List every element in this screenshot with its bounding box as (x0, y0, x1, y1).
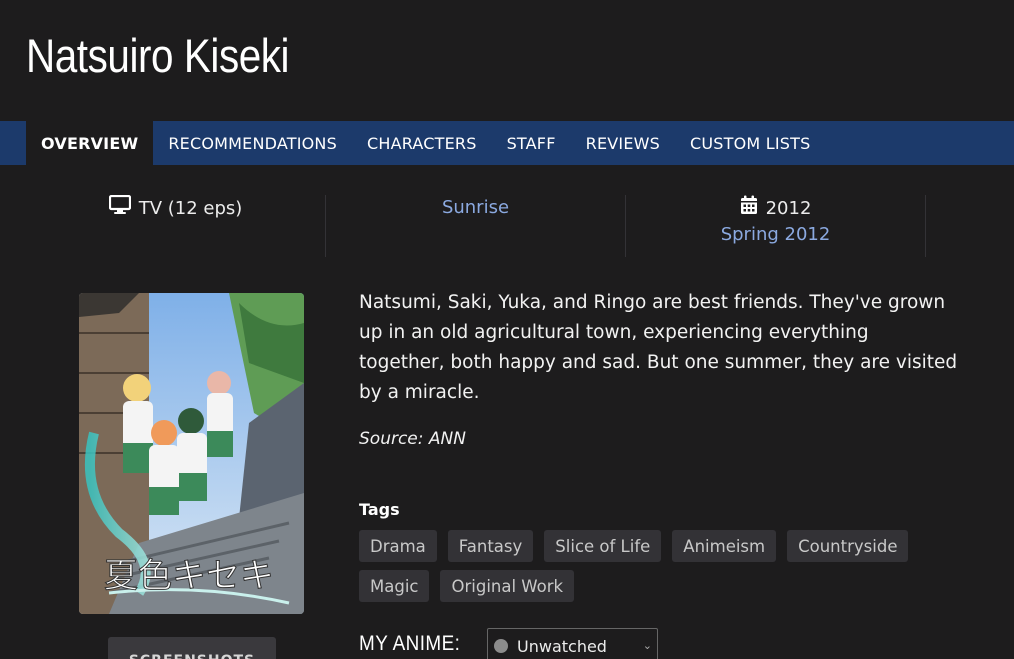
screenshots-button[interactable]: SCREENSHOTS (108, 637, 276, 659)
watch-status-select[interactable]: Unwatched ⌄ (487, 628, 658, 659)
status-dot-icon (494, 639, 508, 653)
tag-countryside[interactable]: Countryside (787, 530, 909, 562)
source-credit: Source: ANN (359, 429, 466, 449)
season-link[interactable]: Spring 2012 (721, 222, 831, 247)
cover-image: 夏色キセキ (79, 293, 304, 614)
tab-overview[interactable]: OVERVIEW (26, 121, 154, 165)
tags-heading: Tags (359, 500, 400, 519)
synopsis: Natsumi, Saki, Yuka, and Ringo are best … (359, 292, 958, 403)
page-title: Natsuiro Kiseki (26, 29, 290, 82)
tag-fantasy[interactable]: Fantasy (447, 530, 534, 562)
tv-icon (108, 194, 131, 222)
format-text: TV (12 eps) (138, 198, 243, 219)
watch-status-value: Unwatched (517, 636, 607, 656)
info-row: TV (12 eps) Sunrise 2012 Spring 2012 (26, 194, 926, 257)
tab-custom-lists[interactable]: CUSTOM LISTS (675, 121, 825, 165)
studio-link[interactable]: Sunrise (442, 195, 509, 220)
tag-animeism[interactable]: Animeism (672, 530, 777, 562)
tag-slice-of-life[interactable]: Slice of Life (544, 530, 662, 562)
format-cell: TV (12 eps) (26, 194, 326, 257)
tab-characters[interactable]: CHARACTERS (352, 121, 492, 165)
year-text: 2012 (765, 198, 812, 219)
tag-list: Drama Fantasy Slice of Life Animeism Cou… (359, 530, 939, 602)
tab-recommendations[interactable]: RECOMMENDATIONS (153, 121, 352, 165)
tag-magic[interactable]: Magic (359, 570, 430, 602)
calendar-icon (740, 195, 758, 222)
tag-drama[interactable]: Drama (359, 530, 437, 562)
chevron-down-icon: ⌄ (642, 639, 652, 652)
my-anime-label: MY ANIME: (359, 632, 461, 655)
cover-logo: 夏色キセキ (104, 556, 274, 596)
tab-reviews[interactable]: REVIEWS (571, 121, 675, 165)
tab-bar: OVERVIEW RECOMMENDATIONS CHARACTERS STAF… (0, 121, 1014, 165)
tab-staff[interactable]: STAFF (492, 121, 571, 165)
airing-cell: 2012 Spring 2012 (626, 195, 926, 257)
tag-original-work[interactable]: Original Work (440, 570, 575, 602)
studio-cell: Sunrise (326, 195, 626, 257)
